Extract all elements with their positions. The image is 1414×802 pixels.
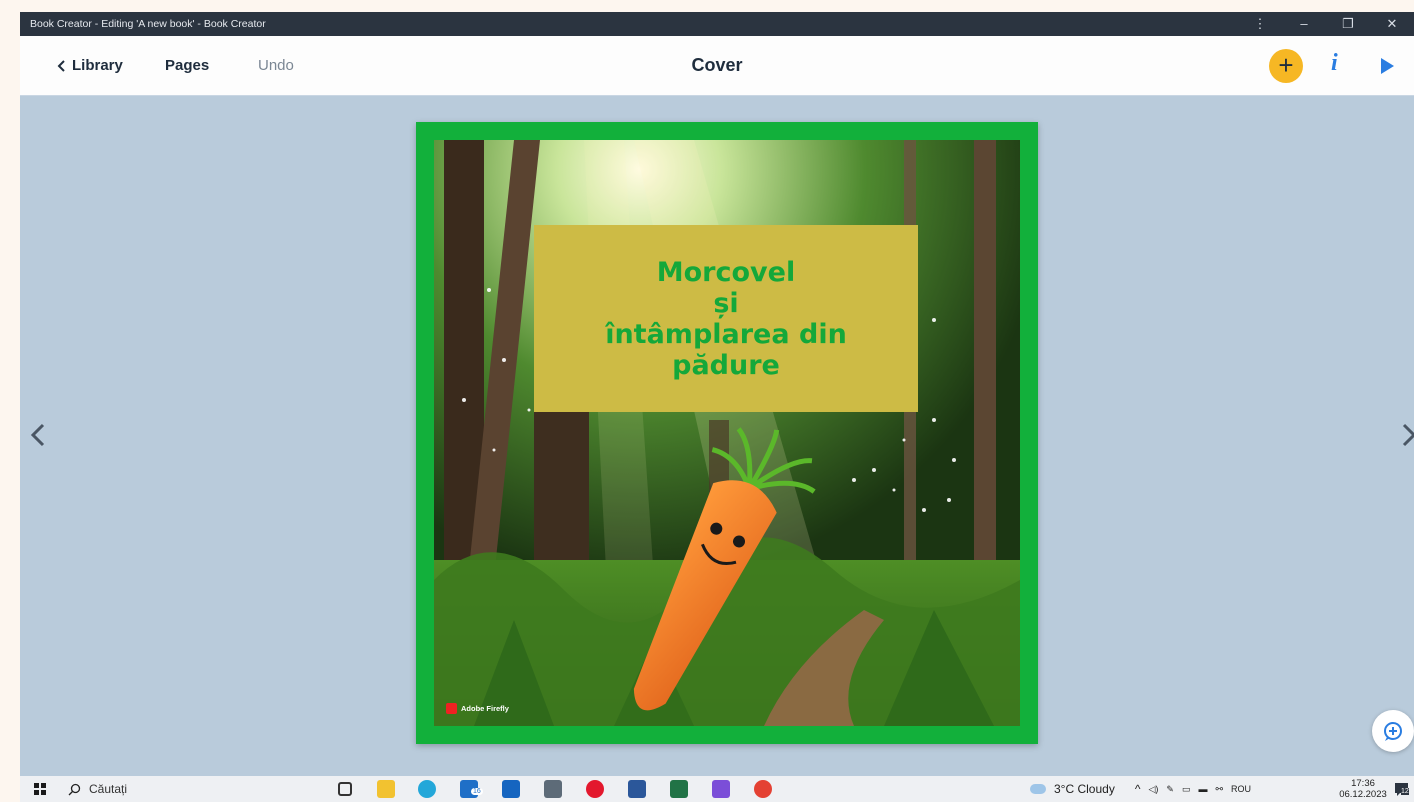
taskbar-search[interactable]: Căutați [60,776,322,802]
clock-date: 06.12.2023 [1339,789,1387,800]
undo-label: Undo [258,57,294,74]
pages-button[interactable]: Pages [165,57,209,74]
info-icon[interactable]: i [1331,50,1338,77]
notification-count: 12 [1401,788,1409,795]
window-title: Book Creator - Editing 'A new book' - Bo… [30,18,266,30]
firefly-watermark: Adobe Firefly [446,703,509,714]
more-options-icon[interactable]: ⋮ [1238,12,1282,36]
battery-icon[interactable]: ▬ [1198,784,1207,794]
weather-text[interactable]: 3°C Cloudy [1054,782,1115,796]
editor-toolbar: Library Pages Undo Cover + i [20,36,1414,96]
file-explorer-icon[interactable] [377,780,395,798]
weather-icon[interactable] [1030,784,1046,794]
play-icon[interactable] [1381,58,1394,74]
title-bar: Book Creator - Editing 'A new book' - Bo… [20,12,1414,36]
notifications-icon[interactable]: 12 [1394,781,1410,797]
minimize-icon[interactable]: – [1282,12,1326,36]
cover-illustration[interactable]: Morcovel și întâmplarea din pădure Adobe… [434,140,1020,726]
previous-page-icon[interactable] [28,415,48,455]
opera-icon[interactable] [586,780,604,798]
clock-time: 17:36 [1351,778,1375,789]
chrome-icon[interactable] [754,780,772,798]
photos-icon[interactable] [712,780,730,798]
undo-button[interactable]: Undo [258,57,294,74]
chevron-left-icon [57,59,65,72]
windows-taskbar: Căutați 16 3°C Cloudy ^ ◁) ✎ ▭ ▬ ⚯ ROU 1… [20,776,1414,802]
cover-title-line: întâmplarea din [605,318,847,350]
restore-icon[interactable]: ❐ [1326,12,1370,36]
search-icon [68,783,81,795]
chevron-up-icon[interactable]: ^ [1135,782,1141,796]
plus-icon[interactable]: + [1269,49,1303,83]
pen-icon[interactable]: ✎ [1166,784,1174,795]
taskbar-clock[interactable]: 17:36 06.12.2023 [1338,778,1388,800]
language-indicator[interactable]: ROU [1231,784,1251,794]
network-icon[interactable]: ⚯ [1215,784,1223,795]
library-label: Library [72,57,123,74]
volume-icon[interactable]: ◁) [1148,784,1158,795]
cover-title-line: pădure [672,349,780,381]
adobe-logo-icon [446,703,457,714]
mail-badge: 16 [471,788,483,795]
page-title: Cover [691,55,743,75]
cover-title-box[interactable]: Morcovel și întâmplarea din pădure [534,225,918,412]
next-page-icon[interactable] [1398,415,1414,455]
calculator-icon[interactable] [544,780,562,798]
close-icon[interactable]: ✕ [1370,12,1414,36]
store-icon[interactable] [502,780,520,798]
book-cover[interactable]: Morcovel și întâmplarea din pădure Adobe… [416,122,1038,744]
app-window: Book Creator - Editing 'A new book' - Bo… [20,12,1414,776]
windows-start-icon[interactable] [34,783,46,795]
search-placeholder: Căutați [89,782,128,796]
cover-title-line: Morcovel [656,256,796,288]
watermark-label: Adobe Firefly [461,704,509,713]
library-button[interactable]: Library [56,57,123,74]
chat-button[interactable] [1372,710,1414,752]
chat-plus-icon [1384,722,1402,741]
monitor-icon[interactable]: ▭ [1182,784,1191,795]
edge-icon[interactable] [418,780,436,798]
system-tray: 3°C Cloudy ^ ◁) ✎ ▭ ▬ ⚯ ROU [1030,776,1251,802]
cover-title-line: și [713,287,739,319]
task-view-icon[interactable] [338,782,352,796]
pages-label: Pages [165,57,210,74]
excel-icon[interactable] [670,780,688,798]
word-icon[interactable] [628,780,646,798]
